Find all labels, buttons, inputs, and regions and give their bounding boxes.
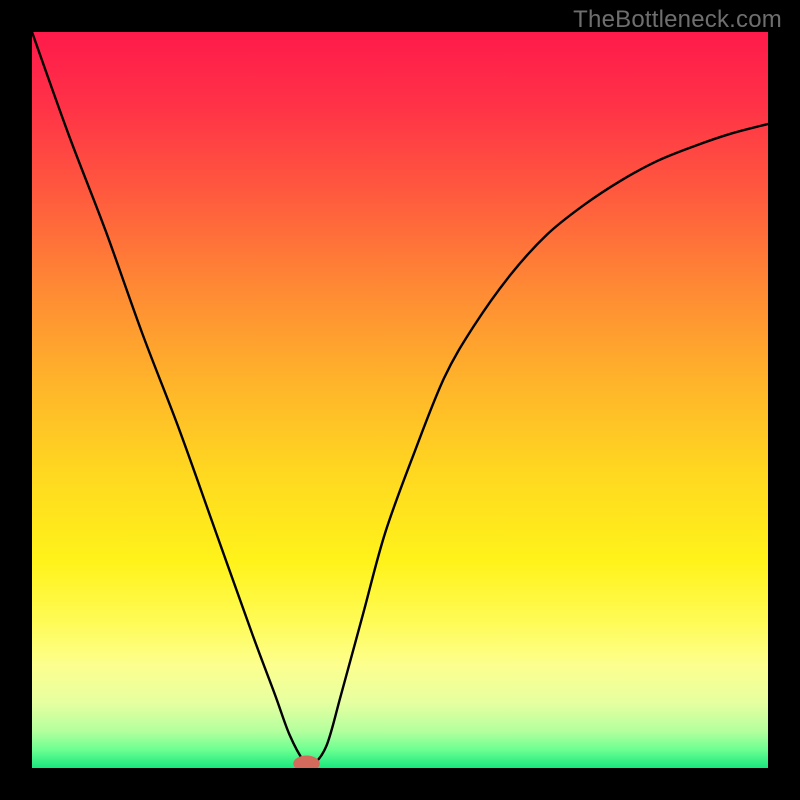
chart-frame: TheBottleneck.com — [0, 0, 800, 800]
plot-area — [32, 32, 768, 768]
chart-svg — [32, 32, 768, 768]
gradient-background — [32, 32, 768, 768]
watermark-text: TheBottleneck.com — [573, 6, 782, 34]
